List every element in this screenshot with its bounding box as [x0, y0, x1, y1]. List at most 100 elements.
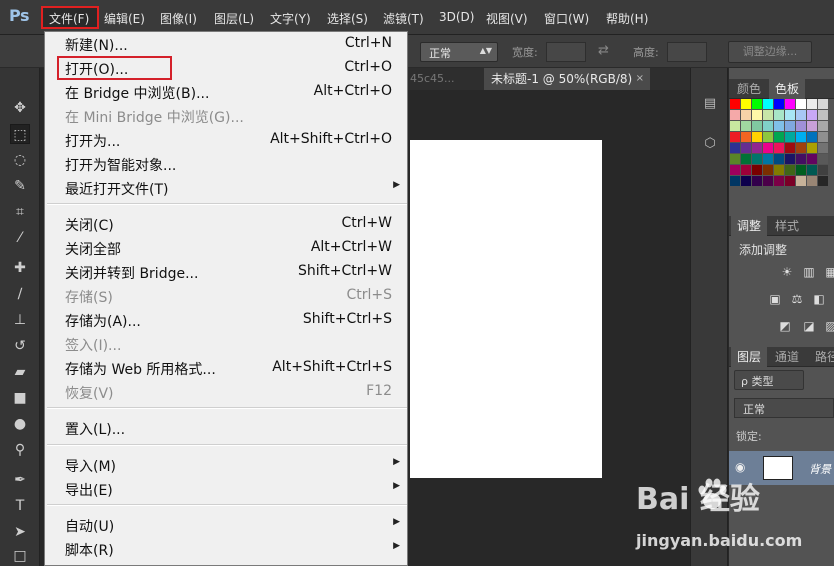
color-swatch[interactable]: [730, 154, 740, 164]
move-tool-icon[interactable]: ✥: [10, 98, 30, 118]
menu-item-place[interactable]: 置入(L)...: [45, 416, 407, 440]
history-brush-tool-icon[interactable]: ↺: [10, 336, 30, 356]
menu-item-close-go-bridge[interactable]: 关闭并转到 Bridge... Shift+Ctrl+W: [45, 260, 407, 284]
color-swatch[interactable]: [818, 110, 828, 120]
color-swatch[interactable]: [741, 132, 751, 142]
stamp-tool-icon[interactable]: ⊥: [10, 310, 30, 330]
eye-icon[interactable]: ◉: [735, 460, 745, 474]
color-swatch[interactable]: [818, 154, 828, 164]
color-swatch[interactable]: [741, 154, 751, 164]
menu-3d[interactable]: 3D(D): [439, 10, 474, 24]
color-swatch[interactable]: [763, 121, 773, 131]
color-swatch[interactable]: [741, 165, 751, 175]
brightness-icon[interactable]: ☀: [779, 265, 795, 279]
menu-file[interactable]: 文件(F): [49, 10, 89, 27]
color-swatch[interactable]: [796, 121, 806, 131]
menu-view[interactable]: 视图(V): [486, 10, 528, 27]
menu-item-open-smart-object[interactable]: 打开为智能对象...: [45, 152, 407, 176]
color-swatch[interactable]: [752, 99, 762, 109]
color-swatch[interactable]: [807, 132, 817, 142]
color-swatch[interactable]: [807, 143, 817, 153]
tab-layers[interactable]: 图层: [731, 347, 768, 367]
menu-type[interactable]: 文字(Y): [270, 10, 311, 27]
color-swatch[interactable]: [796, 110, 806, 120]
color-swatch[interactable]: [785, 110, 795, 120]
color-swatch[interactable]: [818, 165, 828, 175]
color-swatch[interactable]: [763, 165, 773, 175]
color-swatch[interactable]: [752, 176, 762, 186]
color-balance-icon[interactable]: ⚖: [789, 292, 805, 306]
color-swatch[interactable]: [774, 143, 784, 153]
document-canvas[interactable]: [410, 140, 602, 478]
menu-filter[interactable]: 滤镜(T): [383, 10, 424, 27]
tab-adjustments[interactable]: 调整: [731, 216, 768, 236]
document-tab-active[interactable]: 未标题-1 @ 50%(RGB/8) ×: [484, 68, 650, 90]
color-swatch[interactable]: [741, 99, 751, 109]
color-swatch[interactable]: [774, 165, 784, 175]
crop-tool-icon[interactable]: ⌗: [10, 202, 30, 222]
menu-window[interactable]: 窗口(W): [544, 10, 589, 27]
color-swatch[interactable]: [785, 165, 795, 175]
color-swatch[interactable]: [763, 99, 773, 109]
color-swatch[interactable]: [796, 99, 806, 109]
menu-item-open-as[interactable]: 打开为... Alt+Shift+Ctrl+O: [45, 128, 407, 152]
color-swatch[interactable]: [763, 176, 773, 186]
width-field[interactable]: [546, 42, 586, 62]
color-swatch[interactable]: [730, 143, 740, 153]
color-swatch[interactable]: [774, 132, 784, 142]
style-select[interactable]: 正常 ▲▼: [420, 42, 498, 62]
color-swatch[interactable]: [796, 154, 806, 164]
color-swatch[interactable]: [763, 154, 773, 164]
color-swatch[interactable]: [818, 99, 828, 109]
color-swatch[interactable]: [752, 165, 762, 175]
color-swatch[interactable]: [807, 110, 817, 120]
color-swatch[interactable]: [763, 110, 773, 120]
color-swatch[interactable]: [818, 143, 828, 153]
color-swatch[interactable]: [763, 143, 773, 153]
color-swatch[interactable]: [785, 143, 795, 153]
color-swatch[interactable]: [807, 176, 817, 186]
menu-item-scripts[interactable]: 脚本(R) ▶: [45, 537, 407, 561]
tab-channels[interactable]: 通道: [769, 347, 805, 367]
menu-select[interactable]: 选择(S): [327, 10, 368, 27]
dodge-tool-icon[interactable]: ⚲: [10, 440, 30, 460]
menu-item-new[interactable]: 新建(N)... Ctrl+N: [45, 32, 407, 56]
color-swatch[interactable]: [807, 154, 817, 164]
color-swatch[interactable]: [774, 99, 784, 109]
color-swatch[interactable]: [730, 99, 740, 109]
color-swatch[interactable]: [730, 165, 740, 175]
type-tool-icon[interactable]: T: [10, 496, 30, 516]
color-swatch[interactable]: [774, 121, 784, 131]
color-swatch[interactable]: [730, 176, 740, 186]
color-swatch[interactable]: [752, 154, 762, 164]
color-swatch[interactable]: [741, 176, 751, 186]
color-swatch[interactable]: [774, 110, 784, 120]
selective-color-icon[interactable]: ▨: [823, 319, 834, 333]
color-swatch[interactable]: [785, 99, 795, 109]
color-swatch[interactable]: [774, 176, 784, 186]
tab-swatches[interactable]: 色板: [769, 79, 806, 99]
blend-mode-select[interactable]: 正常: [734, 398, 834, 418]
lasso-tool-icon[interactable]: ◌: [10, 150, 30, 170]
color-swatch[interactable]: [763, 132, 773, 142]
menu-item-close[interactable]: 关闭(C) Ctrl+W: [45, 212, 407, 236]
color-swatch[interactable]: [741, 143, 751, 153]
menu-item-browse-bridge[interactable]: 在 Bridge 中浏览(B)... Alt+Ctrl+O: [45, 80, 407, 104]
tab-color[interactable]: 颜色: [731, 79, 767, 99]
color-swatch[interactable]: [818, 121, 828, 131]
eraser-tool-icon[interactable]: ▰: [10, 362, 30, 382]
blur-tool-icon[interactable]: ●: [10, 414, 30, 434]
color-swatch[interactable]: [796, 132, 806, 142]
shape-tool-icon[interactable]: □: [10, 546, 30, 566]
hue-icon[interactable]: ▣: [767, 292, 783, 306]
color-swatch[interactable]: [752, 121, 762, 131]
refine-edge-button[interactable]: 调整边缘...: [728, 41, 812, 63]
height-field[interactable]: [667, 42, 707, 62]
color-swatch[interactable]: [785, 176, 795, 186]
curves-icon[interactable]: ▦: [823, 265, 834, 279]
marquee-tool-icon[interactable]: ⬚: [10, 124, 30, 144]
color-swatch[interactable]: [741, 110, 751, 120]
color-swatch[interactable]: [752, 110, 762, 120]
color-swatch[interactable]: [785, 121, 795, 131]
color-swatch[interactable]: [730, 121, 740, 131]
